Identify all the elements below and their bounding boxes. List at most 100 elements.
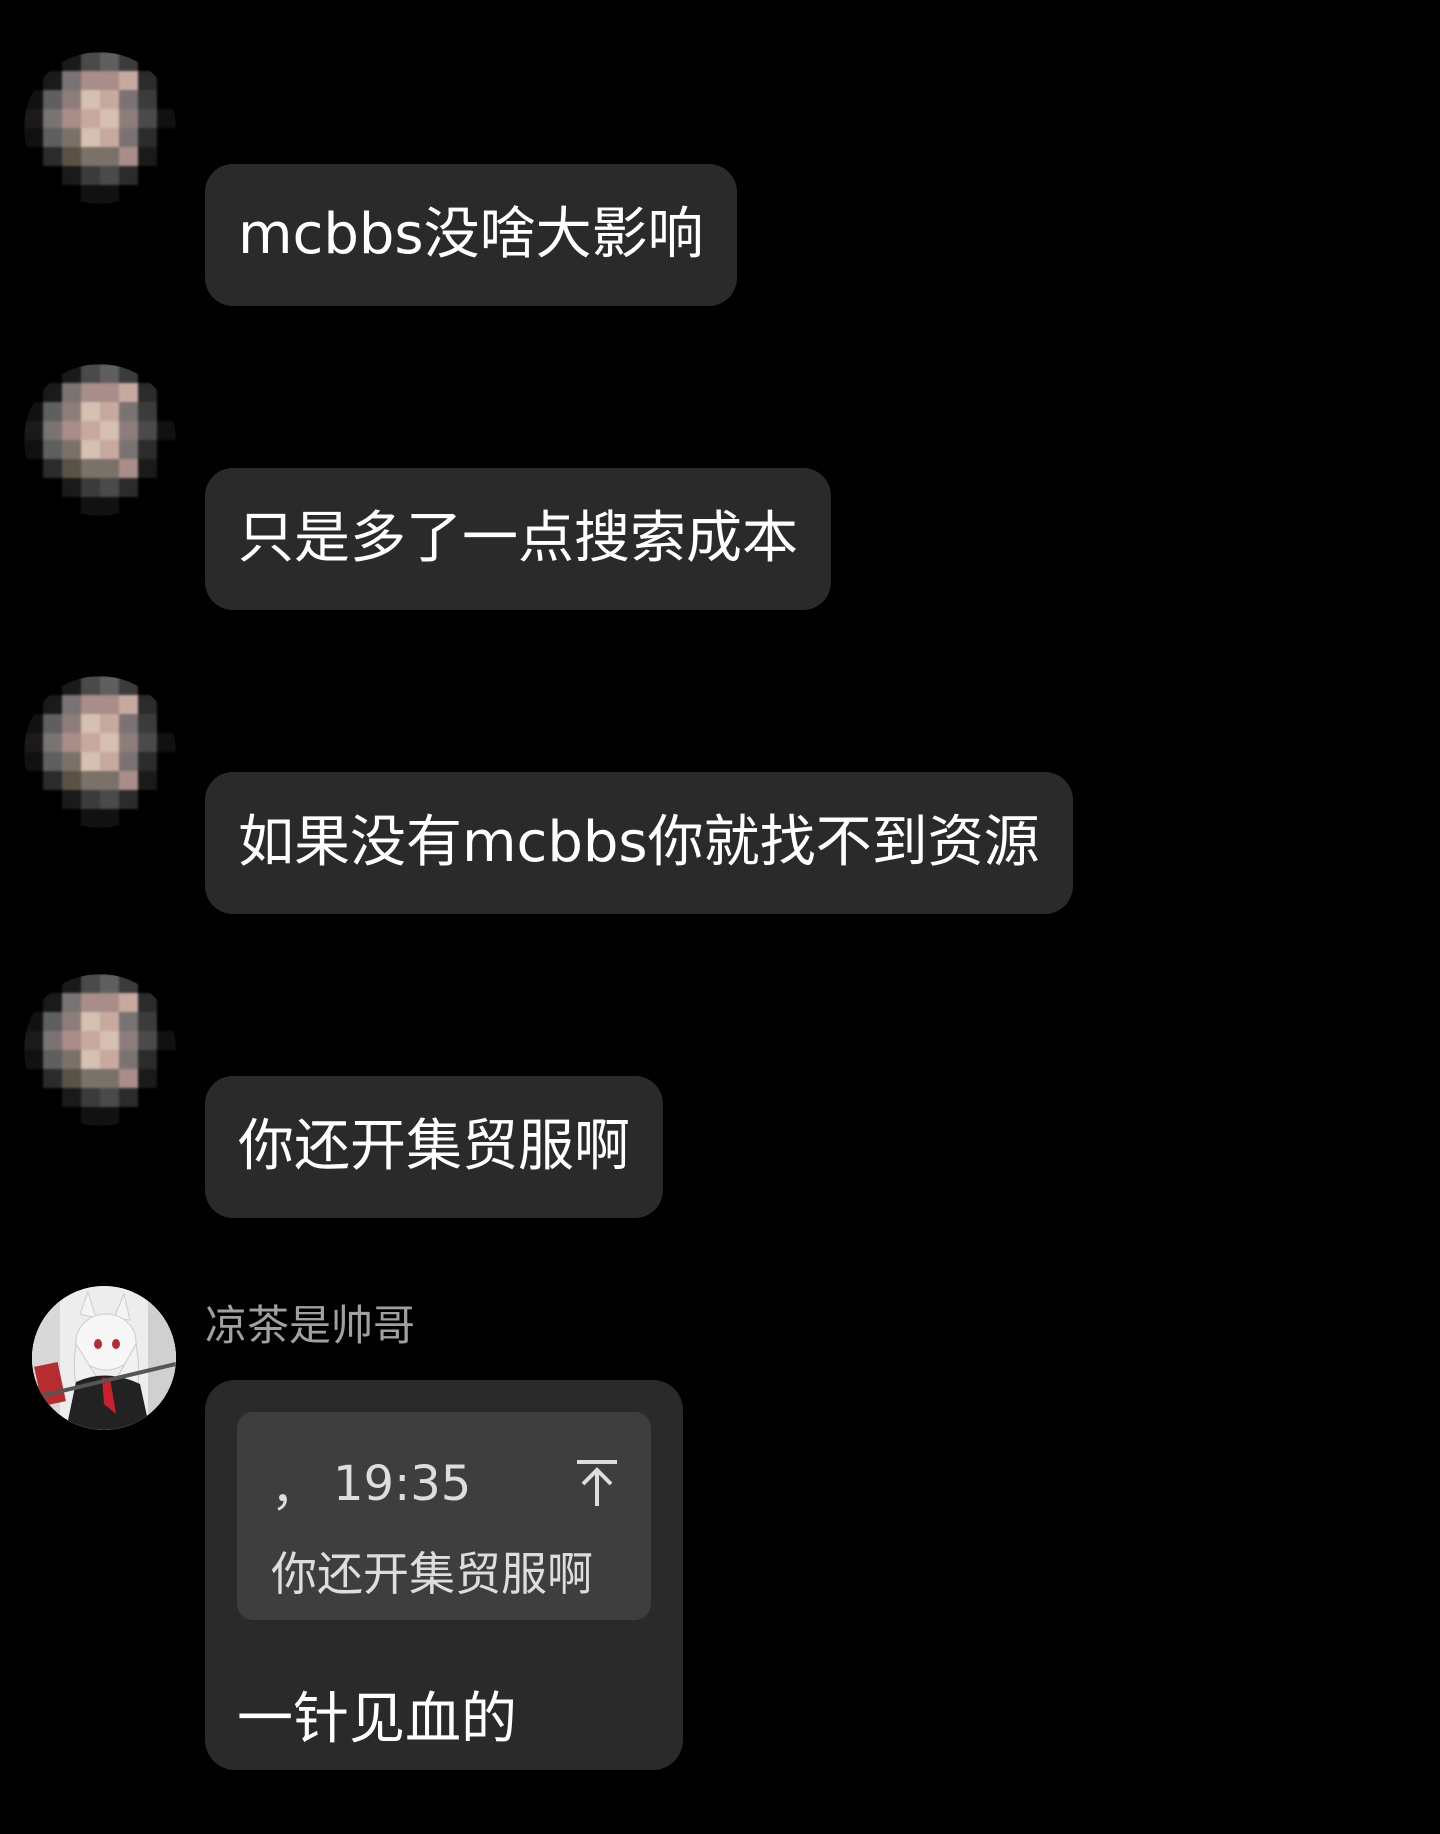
avatar-pixel bbox=[157, 109, 176, 128]
avatar-pixel bbox=[62, 128, 81, 147]
message-bubble[interactable]: mcbbs没啥大影响 bbox=[205, 164, 737, 306]
avatar-pixel bbox=[119, 993, 138, 1012]
avatar-pixel bbox=[81, 440, 100, 459]
avatar-pixel bbox=[157, 147, 176, 166]
avatar-pixel bbox=[138, 147, 157, 166]
avatar-pixel bbox=[119, 185, 138, 204]
avatar-pixel bbox=[43, 809, 62, 828]
avatar-pixel bbox=[62, 71, 81, 90]
avatar-pixel bbox=[100, 1107, 119, 1126]
avatar-pixel bbox=[24, 166, 43, 185]
avatar-pixel bbox=[81, 809, 100, 828]
avatar-pixel bbox=[100, 364, 119, 383]
avatar-pixel bbox=[24, 809, 43, 828]
avatar-pixel bbox=[43, 440, 62, 459]
avatar-pixel bbox=[157, 809, 176, 828]
avatar-pixel bbox=[157, 790, 176, 809]
avatar-pixel bbox=[43, 459, 62, 478]
avatar-pixel bbox=[62, 459, 81, 478]
avatar-pixel bbox=[62, 752, 81, 771]
avatar-pixel bbox=[100, 752, 119, 771]
sender-avatar[interactable] bbox=[24, 676, 176, 828]
avatar-pixel bbox=[119, 364, 138, 383]
avatar-pixel bbox=[138, 166, 157, 185]
avatar-pixel bbox=[138, 1069, 157, 1088]
avatar-pixel bbox=[138, 459, 157, 478]
quote-meta: ， 19:35 bbox=[271, 1454, 621, 1517]
sender-avatar[interactable] bbox=[24, 974, 176, 1126]
avatar-pixel bbox=[119, 676, 138, 695]
avatar-pixel bbox=[62, 52, 81, 71]
avatar-pixel bbox=[138, 809, 157, 828]
avatar-pixel bbox=[43, 497, 62, 516]
message-bubble-with-quote[interactable]: ， 19:35 你还开集贸服啊 一针见血的 bbox=[205, 1380, 683, 1770]
avatar-pixel bbox=[157, 459, 176, 478]
avatar-pixel bbox=[62, 974, 81, 993]
avatar-pixel bbox=[62, 440, 81, 459]
sender-avatar[interactable] bbox=[24, 52, 176, 204]
avatar-pixel bbox=[43, 1031, 62, 1050]
avatar-pixel bbox=[100, 478, 119, 497]
avatar-pixel bbox=[24, 1031, 43, 1050]
avatar-pixel bbox=[62, 1088, 81, 1107]
pixelated-avatar-image bbox=[24, 974, 176, 1126]
avatar-pixel bbox=[24, 52, 43, 71]
avatar-pixel bbox=[157, 1031, 176, 1050]
avatar-pixel bbox=[81, 185, 100, 204]
avatar-pixel bbox=[62, 478, 81, 497]
avatar-pixel bbox=[157, 676, 176, 695]
avatar-pixel bbox=[62, 402, 81, 421]
arrow-up-to-top-icon[interactable] bbox=[573, 1456, 621, 1512]
avatar-pixel bbox=[100, 109, 119, 128]
avatar-pixel bbox=[81, 1107, 100, 1126]
avatar-pixel bbox=[100, 1088, 119, 1107]
avatar-pixel bbox=[43, 52, 62, 71]
avatar-pixel bbox=[81, 771, 100, 790]
message-bubble[interactable]: 如果没有mcbbs你就找不到资源 bbox=[205, 772, 1073, 914]
avatar-pixel bbox=[24, 440, 43, 459]
avatar-pixel bbox=[81, 1031, 100, 1050]
message-bubble[interactable]: 你还开集贸服啊 bbox=[205, 1076, 663, 1218]
avatar-pixel bbox=[157, 1012, 176, 1031]
avatar-pixel bbox=[157, 771, 176, 790]
avatar-pixel bbox=[100, 790, 119, 809]
avatar-pixel bbox=[138, 695, 157, 714]
sender-avatar[interactable] bbox=[32, 1286, 176, 1430]
avatar-pixel bbox=[81, 1050, 100, 1069]
avatar-pixel bbox=[100, 185, 119, 204]
avatar-pixel bbox=[119, 478, 138, 497]
avatar-pixel bbox=[62, 185, 81, 204]
avatar-pixel bbox=[157, 71, 176, 90]
avatar-pixel bbox=[81, 497, 100, 516]
avatar-pixel bbox=[157, 166, 176, 185]
avatar-pixel bbox=[157, 478, 176, 497]
avatar-pixel bbox=[81, 752, 100, 771]
avatar-pixel bbox=[100, 695, 119, 714]
pixelated-avatar-image bbox=[24, 676, 176, 828]
avatar-pixel bbox=[43, 71, 62, 90]
avatar-pixel bbox=[138, 1107, 157, 1126]
avatar-pixel bbox=[157, 695, 176, 714]
avatar-pixel bbox=[119, 809, 138, 828]
avatar-pixel bbox=[43, 478, 62, 497]
avatar-pixel bbox=[157, 402, 176, 421]
avatar-pixel bbox=[157, 497, 176, 516]
avatar-pixel bbox=[157, 1088, 176, 1107]
avatar-pixel bbox=[100, 1050, 119, 1069]
avatar-pixel bbox=[138, 676, 157, 695]
avatar-pixel bbox=[138, 128, 157, 147]
avatar-pixel bbox=[157, 421, 176, 440]
message-bubble[interactable]: 只是多了一点搜索成本 bbox=[205, 468, 831, 610]
sender-avatar[interactable] bbox=[24, 364, 176, 516]
avatar-pixel bbox=[100, 714, 119, 733]
avatar-pixel bbox=[119, 459, 138, 478]
quoted-message[interactable]: ， 19:35 你还开集贸服啊 bbox=[237, 1412, 651, 1620]
avatar-pixel bbox=[24, 147, 43, 166]
avatar-pixel bbox=[62, 809, 81, 828]
avatar-pixel bbox=[24, 993, 43, 1012]
avatar-pixel bbox=[100, 809, 119, 828]
avatar-pixel bbox=[81, 733, 100, 752]
avatar-pixel bbox=[81, 714, 100, 733]
avatar-pixel bbox=[100, 402, 119, 421]
avatar-pixel bbox=[138, 1012, 157, 1031]
